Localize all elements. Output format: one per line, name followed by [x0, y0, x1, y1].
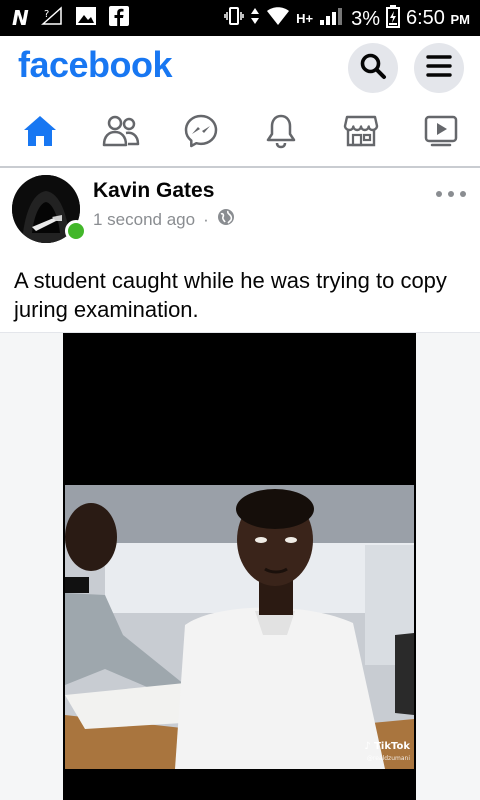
svg-text:?: ? — [44, 9, 49, 20]
status-left: N ? — [12, 5, 129, 31]
status-bar: N ? H+ 3% 6:50 PM — [0, 0, 480, 36]
post-author[interactable]: Kavin Gates — [93, 179, 214, 203]
menu-button[interactable] — [414, 43, 464, 93]
post-options-button[interactable] — [436, 184, 466, 204]
more-dot-icon — [436, 191, 442, 197]
store-icon — [343, 114, 379, 153]
post-header: Kavin Gates 1 second ago · — [0, 170, 480, 256]
post-text: A student caught while he was trying to … — [14, 268, 447, 322]
no-signal-icon: ? — [40, 5, 63, 31]
post-time[interactable]: 1 second ago — [93, 210, 195, 230]
image-icon — [75, 6, 97, 31]
more-dot-icon — [448, 191, 454, 197]
meta-separator: · — [203, 209, 209, 229]
network-type: H+ — [296, 10, 314, 26]
clock-time: 6:50 — [406, 6, 445, 29]
globe-icon — [217, 208, 235, 231]
bell-icon — [265, 113, 297, 154]
tab-marketplace[interactable] — [331, 108, 391, 158]
tab-messenger[interactable] — [171, 108, 231, 158]
more-dot-icon — [460, 191, 466, 197]
clock: 6:50 PM — [406, 5, 470, 33]
video-player[interactable]: ♪ TikTok @realdzumani — [63, 333, 416, 800]
online-status-dot — [65, 220, 87, 242]
n-notification-icon: N — [12, 6, 29, 30]
video-icon — [423, 114, 459, 153]
wifi-icon — [266, 5, 290, 32]
signal-icon — [319, 5, 345, 32]
search-icon — [359, 52, 387, 85]
main-nav — [0, 98, 480, 168]
tiktok-watermark: ♪ TikTok @realdzumani — [364, 741, 410, 765]
tab-friends[interactable] — [91, 108, 151, 158]
tiktok-label: TikTok — [374, 741, 410, 752]
app-header: facebook — [0, 36, 480, 98]
tab-home[interactable] — [10, 108, 70, 158]
data-arrows-icon — [250, 5, 260, 32]
status-right: H+ 3% 6:50 PM — [224, 4, 470, 33]
battery-percent: 3% — [351, 7, 380, 30]
facebook-icon — [108, 5, 129, 31]
messenger-icon — [183, 113, 219, 154]
tiktok-icon: ♪ — [364, 741, 371, 752]
facebook-logo[interactable]: facebook — [18, 44, 173, 86]
video-frame-image — [65, 485, 414, 769]
battery-icon — [386, 4, 400, 33]
tab-notifications[interactable] — [251, 108, 311, 158]
vibrate-icon — [224, 5, 244, 32]
menu-icon — [425, 54, 453, 83]
post-media: ♪ TikTok @realdzumani — [0, 332, 480, 800]
tab-watch[interactable] — [411, 108, 471, 158]
tiktok-handle: @realdzumani — [366, 755, 410, 762]
search-button[interactable] — [348, 43, 398, 93]
home-icon — [22, 114, 58, 153]
clock-ampm: PM — [450, 11, 471, 27]
friends-icon — [102, 114, 140, 153]
post-meta: 1 second ago · — [93, 208, 235, 231]
